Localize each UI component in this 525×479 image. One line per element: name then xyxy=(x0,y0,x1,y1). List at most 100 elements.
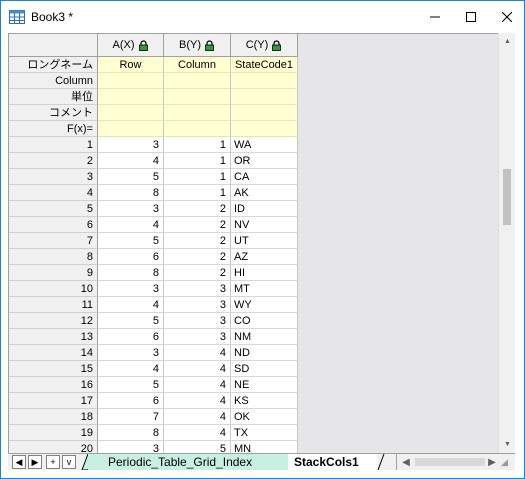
close-button[interactable] xyxy=(489,1,525,33)
table-cell[interactable]: 8 xyxy=(98,425,164,441)
meta-row-header[interactable]: ロングネーム xyxy=(9,57,98,73)
table-cell[interactable]: 2 xyxy=(164,217,231,233)
table-cell[interactable]: 3 xyxy=(98,281,164,297)
table-cell[interactable]: 4 xyxy=(164,393,231,409)
next-sheet-button[interactable]: ▶ xyxy=(28,455,42,469)
meta-row-header[interactable]: 単位 xyxy=(9,89,98,105)
table-cell[interactable]: 4 xyxy=(164,345,231,361)
table-cell[interactable]: MN xyxy=(231,441,298,453)
row-header[interactable]: 18 xyxy=(9,409,98,425)
table-cell[interactable]: 5 xyxy=(98,377,164,393)
table-cell[interactable]: 6 xyxy=(98,249,164,265)
sheet-list-button[interactable]: v xyxy=(62,455,76,469)
meta-cell[interactable]: Row xyxy=(98,57,164,73)
row-header[interactable]: 5 xyxy=(9,201,98,217)
table-cell[interactable]: 4 xyxy=(164,361,231,377)
table-cell[interactable]: 1 xyxy=(164,153,231,169)
row-header[interactable]: 3 xyxy=(9,169,98,185)
table-cell[interactable]: 4 xyxy=(98,217,164,233)
horizontal-scroll-thumb[interactable] xyxy=(415,458,485,466)
row-header[interactable]: 6 xyxy=(9,217,98,233)
table-cell[interactable]: 4 xyxy=(98,153,164,169)
meta-cell[interactable]: StateCode1 xyxy=(231,57,298,73)
row-header[interactable]: 12 xyxy=(9,313,98,329)
meta-cell[interactable] xyxy=(164,73,231,89)
meta-cell[interactable] xyxy=(231,89,298,105)
table-cell[interactable]: KS xyxy=(231,393,298,409)
meta-row-header[interactable]: Column xyxy=(9,73,98,89)
table-cell[interactable]: OK xyxy=(231,409,298,425)
table-cell[interactable]: OR xyxy=(231,153,298,169)
meta-cell[interactable] xyxy=(98,73,164,89)
table-cell[interactable]: 4 xyxy=(164,409,231,425)
horizontal-scrollbar[interactable]: ◀ ▶ ◢ xyxy=(396,454,515,470)
vertical-scrollbar[interactable]: ▲ ▼ xyxy=(498,33,515,453)
table-cell[interactable]: 5 xyxy=(98,169,164,185)
table-cell[interactable]: 6 xyxy=(98,329,164,345)
row-header[interactable]: 16 xyxy=(9,377,98,393)
table-cell[interactable]: 2 xyxy=(164,265,231,281)
table-cell[interactable]: CO xyxy=(231,313,298,329)
table-cell[interactable]: 3 xyxy=(98,441,164,453)
column-header[interactable]: B(Y) xyxy=(164,34,231,57)
meta-cell[interactable] xyxy=(98,89,164,105)
table-cell[interactable]: 5 xyxy=(98,233,164,249)
column-header[interactable]: A(X) xyxy=(98,34,164,57)
tab-periodic-table-grid-index[interactable]: Periodic_Table_Grid_Index xyxy=(88,454,288,470)
table-cell[interactable]: SD xyxy=(231,361,298,377)
table-cell[interactable]: 5 xyxy=(98,313,164,329)
table-cell[interactable]: WA xyxy=(231,137,298,153)
meta-row-header[interactable]: コメント xyxy=(9,105,98,121)
meta-cell[interactable] xyxy=(164,89,231,105)
table-cell[interactable]: WY xyxy=(231,297,298,313)
table-cell[interactable]: 7 xyxy=(98,409,164,425)
resize-grip-icon[interactable]: ◢ xyxy=(501,457,513,469)
row-header[interactable]: 11 xyxy=(9,297,98,313)
row-header[interactable]: 7 xyxy=(9,233,98,249)
table-cell[interactable]: 3 xyxy=(98,201,164,217)
table-cell[interactable]: UT xyxy=(231,233,298,249)
scroll-down-icon[interactable]: ▼ xyxy=(499,436,516,453)
minimize-button[interactable] xyxy=(417,1,453,33)
row-header[interactable]: 2 xyxy=(9,153,98,169)
table-cell[interactable]: 4 xyxy=(98,361,164,377)
scroll-up-icon[interactable]: ▲ xyxy=(499,33,516,50)
table-cell[interactable]: NV xyxy=(231,217,298,233)
meta-cell[interactable] xyxy=(231,121,298,137)
table-cell[interactable]: 1 xyxy=(164,169,231,185)
row-header[interactable]: 13 xyxy=(9,329,98,345)
row-header[interactable]: 15 xyxy=(9,361,98,377)
table-cell[interactable]: MT xyxy=(231,281,298,297)
row-header[interactable]: 19 xyxy=(9,425,98,441)
table-cell[interactable]: 1 xyxy=(164,185,231,201)
table-cell[interactable]: 3 xyxy=(98,345,164,361)
meta-cell[interactable]: Column xyxy=(164,57,231,73)
row-header[interactable]: 20 xyxy=(9,441,98,453)
table-cell[interactable]: 3 xyxy=(164,297,231,313)
table-cell[interactable]: 3 xyxy=(98,137,164,153)
meta-cell[interactable] xyxy=(164,105,231,121)
row-header[interactable]: 10 xyxy=(9,281,98,297)
tab-stackcols1[interactable]: StackCols1 xyxy=(288,454,378,470)
table-cell[interactable]: 2 xyxy=(164,249,231,265)
table-cell[interactable]: TX xyxy=(231,425,298,441)
add-sheet-button[interactable]: + xyxy=(46,455,60,469)
title-bar[interactable]: Book3 * xyxy=(1,1,524,33)
row-header[interactable]: 8 xyxy=(9,249,98,265)
table-cell[interactable]: ID xyxy=(231,201,298,217)
meta-row-header[interactable]: F(x)= xyxy=(9,121,98,137)
scroll-left-icon[interactable]: ◀ xyxy=(399,454,413,470)
table-cell[interactable]: 3 xyxy=(164,329,231,345)
table-cell[interactable]: 3 xyxy=(164,313,231,329)
meta-cell[interactable] xyxy=(164,121,231,137)
row-header[interactable]: 14 xyxy=(9,345,98,361)
table-cell[interactable]: ND xyxy=(231,345,298,361)
table-cell[interactable]: 4 xyxy=(98,297,164,313)
row-header[interactable]: 17 xyxy=(9,393,98,409)
table-cell[interactable]: 4 xyxy=(164,377,231,393)
table-cell[interactable]: CA xyxy=(231,169,298,185)
vertical-scroll-thumb[interactable] xyxy=(503,169,511,225)
table-cell[interactable]: 5 xyxy=(164,441,231,453)
row-header[interactable]: 4 xyxy=(9,185,98,201)
table-cell[interactable]: 8 xyxy=(98,185,164,201)
